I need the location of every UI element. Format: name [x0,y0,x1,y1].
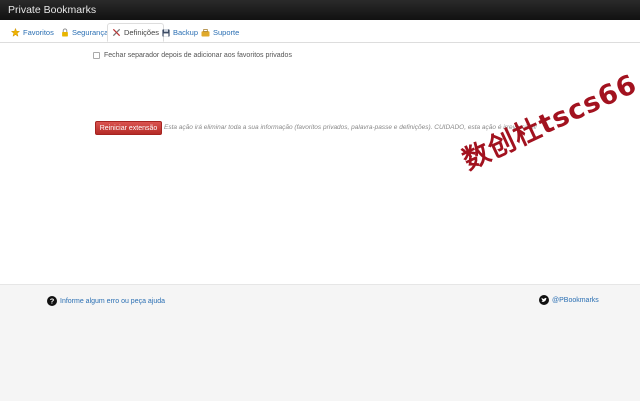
tab-definicoes[interactable]: Definições [107,23,165,42]
footer: ? Informe algum erro ou peça ajuda @PBoo… [0,284,640,401]
tab-label: Backup [173,28,199,37]
reset-extension-button[interactable]: Reiniciar extensão [95,121,162,135]
title-bar: Private Bookmarks [0,0,640,20]
twitter-link-label: @PBookmarks [552,296,599,304]
close-tab-option: Fechar separador depois de adicionar aos… [93,52,292,59]
tab-bar: Favoritos Segurança Definições Backup Su… [0,22,640,43]
tab-favoritos[interactable]: Favoritos [7,24,58,41]
close-tab-label: Fechar separador depois de adicionar aos… [104,52,292,59]
star-icon [11,28,20,37]
svg-text:?: ? [50,297,55,306]
tab-seguranca[interactable]: Segurança [57,24,112,41]
watermark-text: 数创杜tscs66 [457,68,640,177]
tab-suporte[interactable]: Suporte [197,24,243,41]
tab-label: Definições [124,28,160,37]
support-icon [201,28,210,37]
tab-label: Favoritos [23,28,54,37]
tab-backup[interactable]: Backup [158,24,202,41]
help-link-label: Informe algum erro ou peça ajuda [60,297,166,305]
help-link[interactable]: ? Informe algum erro ou peça ajuda [47,296,165,306]
tab-label: Suporte [213,28,240,37]
twitter-icon [539,295,549,305]
tab-label: Segurança [72,28,109,37]
floppy-disk-icon [162,28,170,37]
app-title: Private Bookmarks [8,4,97,16]
lock-icon [62,28,68,37]
question-icon: ? [47,296,57,306]
tools-icon [112,28,121,37]
twitter-link[interactable]: @PBookmarks [539,295,599,305]
close-tab-checkbox[interactable] [93,52,100,59]
